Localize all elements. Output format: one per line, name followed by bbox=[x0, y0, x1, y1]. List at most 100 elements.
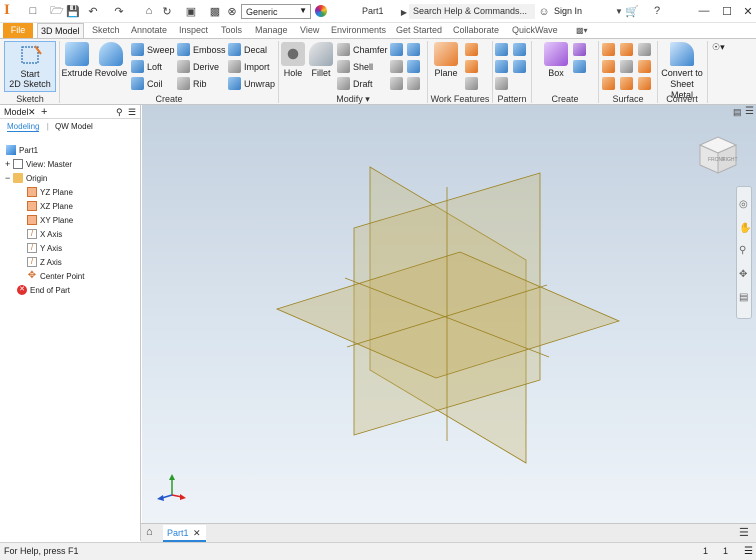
help-icon[interactable]: ? bbox=[650, 4, 664, 18]
tree-item-end-of-part[interactable]: ✕ End of Part bbox=[17, 285, 70, 295]
close-button[interactable]: ✕ bbox=[737, 2, 756, 20]
subtab-modeling[interactable]: Modeling bbox=[7, 122, 40, 132]
revolve-button[interactable]: Revolve bbox=[94, 42, 128, 79]
replace-face-button[interactable] bbox=[638, 77, 654, 90]
save-icon[interactable]: 💾 bbox=[66, 4, 80, 18]
viewport-menu-icon[interactable]: ☰ bbox=[745, 106, 754, 117]
tree-item-part1[interactable]: Part1 bbox=[6, 145, 38, 155]
tree-item-xy-plane[interactable]: XY Plane bbox=[27, 215, 73, 225]
add-icon[interactable]: + bbox=[41, 105, 47, 119]
home-icon[interactable]: ⌂ bbox=[142, 4, 156, 18]
pattern-extra-button[interactable] bbox=[495, 77, 511, 90]
emboss-button[interactable]: Emboss bbox=[177, 43, 226, 56]
subtab-qw-model[interactable]: QW Model bbox=[55, 122, 93, 131]
circular-pattern-button[interactable] bbox=[513, 43, 529, 56]
freeform-face-button[interactable] bbox=[573, 43, 589, 56]
ribbon-more-button[interactable]: ☉▾ bbox=[712, 42, 725, 53]
tab-sketch[interactable]: Sketch bbox=[89, 23, 123, 38]
sculpt-button[interactable] bbox=[638, 43, 654, 56]
tab-list-icon[interactable]: ☰ bbox=[739, 526, 749, 539]
tab-3d-model[interactable]: 3D Model bbox=[37, 23, 84, 38]
rib-button[interactable]: Rib bbox=[177, 77, 207, 90]
tree-item-y-axis[interactable]: / Y Axis bbox=[27, 243, 62, 253]
box-button[interactable]: Box bbox=[543, 42, 569, 79]
object-icon[interactable]: ▩ bbox=[208, 4, 222, 18]
doc-tab-part1[interactable]: Part1 ✕ bbox=[163, 525, 206, 542]
boundary-patch-button[interactable] bbox=[602, 77, 618, 90]
expand-icon[interactable]: + bbox=[5, 159, 13, 169]
patch-button[interactable] bbox=[620, 43, 636, 56]
trim-button[interactable] bbox=[602, 60, 618, 73]
sketch-pattern-button[interactable] bbox=[495, 60, 511, 73]
signin-dropdown-icon[interactable]: ▼ bbox=[612, 4, 626, 18]
tab-get-started[interactable]: Get Started bbox=[393, 23, 445, 38]
decal-button[interactable]: Decal bbox=[228, 43, 267, 56]
appearance-icon[interactable] bbox=[315, 5, 327, 17]
shell-button[interactable]: Shell bbox=[337, 60, 373, 73]
update-icon[interactable]: ↻ bbox=[160, 4, 174, 18]
minimize-button[interactable]: — bbox=[693, 2, 715, 20]
view-cube[interactable]: FRONT RIGHT bbox=[696, 133, 740, 177]
combine-button[interactable] bbox=[390, 43, 406, 56]
tab-view[interactable]: View bbox=[297, 23, 322, 38]
tree-item-x-axis[interactable]: / X Axis bbox=[27, 229, 62, 239]
point-button[interactable] bbox=[465, 60, 481, 73]
search-icon[interactable]: ⚲ bbox=[116, 105, 123, 119]
tab-quickwave[interactable]: QuickWave bbox=[509, 23, 561, 38]
close-icon[interactable]: ✕ bbox=[28, 105, 36, 119]
ucs-button[interactable] bbox=[465, 77, 481, 90]
tree-item-view-master[interactable]: + View: Master bbox=[5, 159, 72, 169]
import-button[interactable]: Import bbox=[228, 60, 270, 73]
derive-button[interactable]: Derive bbox=[177, 60, 219, 73]
home-icon[interactable]: ⌂ bbox=[146, 526, 153, 538]
hole-button[interactable]: Hole bbox=[281, 42, 305, 79]
split-button[interactable] bbox=[407, 43, 423, 56]
fillet-button[interactable]: Fillet bbox=[308, 42, 334, 79]
cart-icon[interactable]: 🛒 bbox=[625, 4, 639, 18]
chamfer-button[interactable]: Chamfer bbox=[337, 43, 388, 56]
tree-item-yz-plane[interactable]: YZ Plane bbox=[27, 187, 73, 197]
tree-item-origin[interactable]: − Origin bbox=[5, 173, 47, 183]
delete-face-button[interactable] bbox=[407, 77, 423, 90]
collapse-icon[interactable]: − bbox=[5, 173, 13, 183]
tab-tools[interactable]: Tools bbox=[218, 23, 245, 38]
close-icon[interactable]: ✕ bbox=[193, 525, 201, 541]
undo-icon[interactable]: ↶ bbox=[86, 4, 100, 18]
freeform-convert-button[interactable] bbox=[573, 60, 589, 73]
tree-item-center-point[interactable]: ✥ Center Point bbox=[27, 271, 85, 281]
coil-button[interactable]: Coil bbox=[131, 77, 163, 90]
tab-annotate[interactable]: Annotate bbox=[128, 23, 170, 38]
steering-wheel-icon[interactable]: ◎ bbox=[739, 199, 748, 210]
viewport-options-icon[interactable]: ▤ bbox=[733, 107, 742, 118]
tree-item-xz-plane[interactable]: XZ Plane bbox=[27, 201, 73, 211]
orbit-icon[interactable]: ✥ bbox=[739, 269, 747, 280]
sweep-button[interactable]: Sweep bbox=[131, 43, 175, 56]
erase-button[interactable] bbox=[390, 77, 406, 90]
app-logo-icon[interactable]: I bbox=[4, 2, 16, 20]
tab-environments[interactable]: Environments bbox=[328, 23, 389, 38]
unwrap-button[interactable]: Unwrap bbox=[228, 77, 275, 90]
graphics-viewport[interactable]: FRONT RIGHT ▤ ☰ bbox=[142, 105, 756, 523]
tab-manage[interactable]: Manage bbox=[252, 23, 291, 38]
cancel-icon[interactable]: ⊗ bbox=[225, 4, 239, 18]
tab-file[interactable]: File bbox=[3, 23, 33, 38]
redo-icon[interactable]: ↷ bbox=[112, 4, 126, 18]
thicken-button[interactable] bbox=[390, 60, 406, 73]
extrude-button[interactable]: Extrude bbox=[61, 42, 93, 79]
ribbon-options-icon[interactable]: ▩▾ bbox=[573, 23, 591, 38]
ruled-surface-button[interactable] bbox=[638, 60, 654, 73]
delete-surface-button[interactable] bbox=[620, 77, 636, 90]
help-search-input[interactable]: Search Help & Commands... bbox=[409, 4, 535, 19]
sign-in-link[interactable]: Sign In bbox=[554, 6, 582, 16]
loft-button[interactable]: Loft bbox=[131, 60, 162, 73]
material-profile-select[interactable]: Generic ▼ bbox=[241, 4, 311, 19]
menu-icon[interactable]: ☰ bbox=[128, 105, 136, 119]
plane-button[interactable]: Plane bbox=[432, 42, 460, 79]
select-icon[interactable]: ▣ bbox=[184, 4, 198, 18]
zoom-icon[interactable]: ⚲ bbox=[739, 245, 746, 256]
tab-collaborate[interactable]: Collaborate bbox=[450, 23, 502, 38]
look-at-icon[interactable]: ▤ bbox=[739, 292, 748, 303]
start-2d-sketch-button[interactable]: Start 2D Sketch bbox=[4, 41, 56, 92]
draft-button[interactable]: Draft bbox=[337, 77, 373, 90]
rectangular-pattern-button[interactable] bbox=[495, 43, 511, 56]
